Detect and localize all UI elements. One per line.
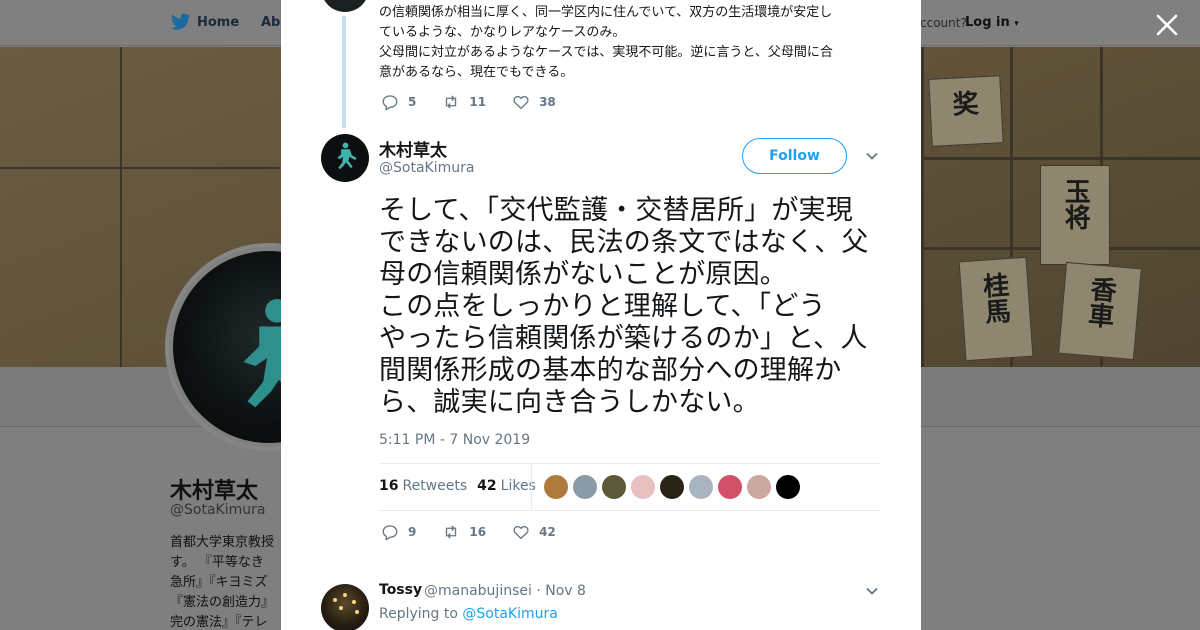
- login-link[interactable]: Log in ▾: [965, 15, 1019, 30]
- liker-avatar[interactable]: [602, 475, 626, 499]
- thread-connector: [342, 16, 346, 128]
- liker-avatar[interactable]: [573, 475, 597, 499]
- reply-author-name[interactable]: Tossy: [379, 582, 422, 598]
- liker-avatar[interactable]: [776, 475, 800, 499]
- walking-man-icon: [337, 142, 357, 170]
- reply-author-meta[interactable]: @manabujinsei · Nov 8: [424, 583, 586, 599]
- nav-home[interactable]: Home: [197, 15, 239, 30]
- previous-tweet-avatar[interactable]: [321, 0, 369, 12]
- liker-avatar[interactable]: [718, 475, 742, 499]
- tweet-stats: 16 Retweets 42 Likes: [379, 478, 546, 494]
- liker-avatars: [544, 475, 805, 499]
- reply-author-avatar[interactable]: [321, 584, 369, 630]
- like-icon: [513, 95, 529, 110]
- shogi-piece: 玉将: [1040, 165, 1110, 265]
- retweet-icon: [446, 525, 457, 539]
- reply-button[interactable]: 9: [381, 523, 416, 541]
- liker-avatar[interactable]: [660, 475, 684, 499]
- close-modal-button[interactable]: [1154, 12, 1180, 38]
- tweet-permalink-modal: の信頼関係が相当に厚く、同一学区内に住んでいて、双方の生活環境が安定し ているよ…: [281, 0, 921, 630]
- like-count-link[interactable]: 42 Likes: [477, 478, 536, 494]
- shogi-piece: 香車: [1058, 261, 1142, 361]
- profile-handle: @SotaKimura: [170, 502, 266, 518]
- shogi-piece: 奖: [928, 75, 1004, 147]
- chevron-down-icon[interactable]: [864, 148, 880, 164]
- follow-button[interactable]: Follow: [742, 138, 847, 174]
- retweet-icon: [446, 95, 457, 109]
- tweet-author-handle[interactable]: @SotaKimura: [379, 160, 474, 176]
- close-icon: [1156, 14, 1178, 36]
- retweet-count-link[interactable]: 16 Retweets: [379, 478, 467, 494]
- divider: [379, 510, 881, 511]
- chevron-down-icon[interactable]: [864, 583, 880, 599]
- previous-tweet-text: の信頼関係が相当に厚く、同一学区内に住んでいて、双方の生活環境が安定し ているよ…: [379, 5, 833, 80]
- liker-avatar[interactable]: [544, 475, 568, 499]
- reply-button[interactable]: 5: [381, 93, 416, 111]
- tweet-author-name[interactable]: 木村草太: [379, 136, 447, 161]
- liker-avatar[interactable]: [631, 475, 655, 499]
- retweet-button[interactable]: 16: [442, 523, 486, 541]
- profile-bio: 首都大学東京教授 す。 『平等なき 急所』『キヨミズ 『憲法の創造力』 完の憲法…: [170, 535, 275, 630]
- reply-icon: [382, 95, 398, 111]
- previous-tweet-actions: 5 11 38: [381, 93, 582, 111]
- like-icon: [513, 525, 529, 540]
- reply-icon: [382, 525, 398, 541]
- profile-name: 木村草太: [170, 479, 259, 504]
- tweet-author-avatar[interactable]: [321, 134, 369, 182]
- divider: [531, 463, 532, 511]
- shogi-piece: 桂馬: [958, 256, 1034, 362]
- retweet-button[interactable]: 11: [442, 93, 486, 111]
- like-button[interactable]: 38: [512, 93, 556, 111]
- twitter-bird-icon[interactable]: [171, 13, 191, 31]
- account-prompt: ccount?: [920, 16, 967, 30]
- liker-avatar[interactable]: [747, 475, 771, 499]
- replying-to: Replying to @SotaKimura: [379, 606, 558, 622]
- replying-to-link[interactable]: @SotaKimura: [462, 606, 557, 622]
- like-button[interactable]: 42: [512, 523, 556, 541]
- tweet-text: そして、「交代監護・交替居所」が実現 できないのは、民法の条文ではなく、父 母の…: [379, 195, 869, 418]
- tweet-actions: 9 16 42: [381, 523, 582, 541]
- tweet-timestamp[interactable]: 5:11 PM - 7 Nov 2019: [379, 432, 530, 448]
- liker-avatar[interactable]: [689, 475, 713, 499]
- divider: [379, 463, 881, 464]
